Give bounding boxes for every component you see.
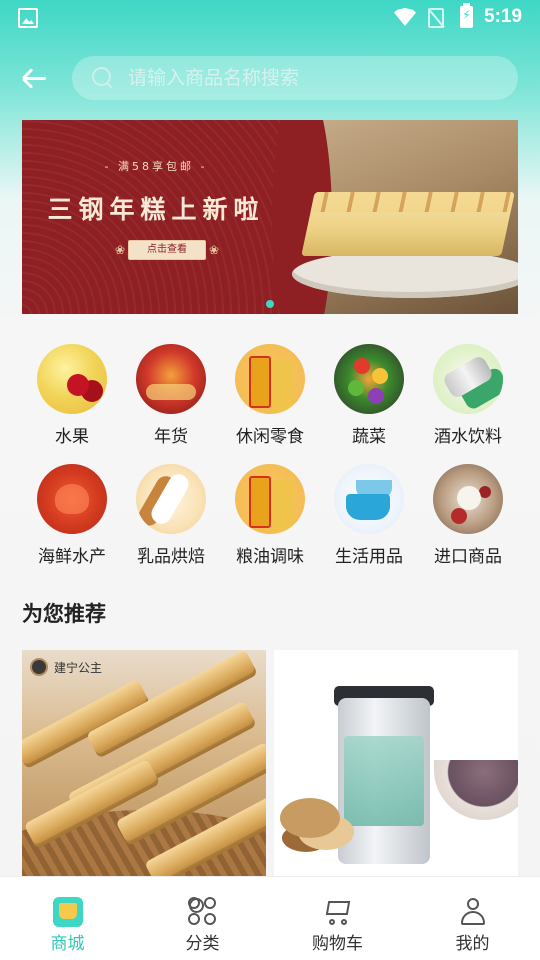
- product-jar-label: [344, 736, 424, 826]
- imported-goods-icon: [433, 464, 503, 534]
- cart-icon: [323, 897, 353, 927]
- fruit-icon: [37, 344, 107, 414]
- tab-label: 商城: [50, 934, 85, 954]
- search-input[interactable]: [128, 67, 488, 89]
- status-time: 5:19: [484, 6, 523, 27]
- category-label: 进口商品: [434, 547, 502, 567]
- arrow-left-icon: [24, 77, 46, 80]
- shop-icon: [52, 897, 83, 927]
- tab-cart[interactable]: 购物车: [270, 877, 405, 960]
- product-bowl-image: [434, 760, 518, 820]
- banner-headline: 三钢年糕上新啦: [47, 195, 265, 224]
- tab-label: 购物车: [312, 934, 363, 954]
- category-label: 粮油调味: [236, 547, 304, 567]
- wifi-icon: [394, 8, 416, 26]
- banner-promo-text: - 满58享包邮 -: [104, 160, 208, 173]
- recommend-title: 为您推荐: [22, 602, 106, 626]
- product-brand: 建宁公主: [30, 658, 102, 676]
- category-daily-goods[interactable]: 生活用品: [319, 464, 419, 567]
- banner-cta-button[interactable]: 点击查看: [115, 240, 219, 260]
- product-brand-text: 建宁公主: [54, 660, 103, 675]
- status-bar: 5:19: [0, 0, 540, 36]
- product-card[interactable]: [274, 650, 518, 878]
- product-nuts-image: [280, 798, 340, 838]
- category-label: 生活用品: [335, 547, 403, 567]
- battery-charging-icon: [460, 3, 473, 28]
- tab-label: 我的: [455, 934, 490, 954]
- vegetables-icon: [334, 344, 404, 414]
- category-snacks[interactable]: 休闲零食: [220, 344, 320, 447]
- search-icon: [92, 67, 114, 89]
- bottom-tab-bar: 商城 分类 购物车 我的: [0, 876, 540, 960]
- search-bar[interactable]: [72, 56, 518, 100]
- category-seafood[interactable]: 海鲜水产: [22, 464, 122, 567]
- tab-profile[interactable]: 我的: [405, 877, 540, 960]
- category-label: 乳品烘焙: [137, 547, 205, 567]
- product-card[interactable]: 建宁公主: [22, 650, 266, 878]
- promo-banner[interactable]: - 满58享包邮 - 三钢年糕上新啦 点击查看: [22, 120, 518, 314]
- tab-label: 分类: [185, 934, 220, 954]
- profile-icon: [458, 897, 488, 927]
- category-grain-oil[interactable]: 粮油调味: [220, 464, 320, 567]
- dairy-bakery-icon: [136, 464, 206, 534]
- category-grid-icon: [187, 897, 218, 927]
- category-vegetables[interactable]: 蔬菜: [319, 344, 419, 447]
- tab-category[interactable]: 分类: [135, 877, 270, 960]
- grain-oil-icon: [235, 464, 305, 534]
- category-fruit[interactable]: 水果: [22, 344, 122, 447]
- banner-plate-image: [292, 250, 518, 298]
- category-label: 休闲零食: [236, 427, 304, 447]
- category-newyear-goods[interactable]: 年货: [121, 344, 221, 447]
- seafood-icon: [37, 464, 107, 534]
- banner-rice-cake-image: [301, 192, 515, 256]
- carousel-indicator-dot[interactable]: [266, 300, 274, 308]
- brand-logo-icon: [30, 658, 48, 676]
- back-button[interactable]: [18, 60, 54, 96]
- category-dairy-bakery[interactable]: 乳品烘焙: [121, 464, 221, 567]
- daily-goods-icon: [334, 464, 404, 534]
- snacks-icon: [235, 344, 305, 414]
- category-label: 海鲜水产: [38, 547, 106, 567]
- category-label: 水果: [55, 427, 89, 447]
- drinks-icon: [433, 344, 503, 414]
- category-label: 蔬菜: [352, 427, 386, 447]
- tab-shop[interactable]: 商城: [0, 877, 135, 960]
- gallery-icon: [18, 8, 38, 28]
- newyear-goods-icon: [136, 344, 206, 414]
- category-imported-goods[interactable]: 进口商品: [418, 464, 518, 567]
- category-label: 年货: [154, 427, 188, 447]
- category-drinks[interactable]: 酒水饮料: [418, 344, 518, 447]
- category-label: 酒水饮料: [434, 427, 502, 447]
- no-sim-icon: [428, 8, 444, 28]
